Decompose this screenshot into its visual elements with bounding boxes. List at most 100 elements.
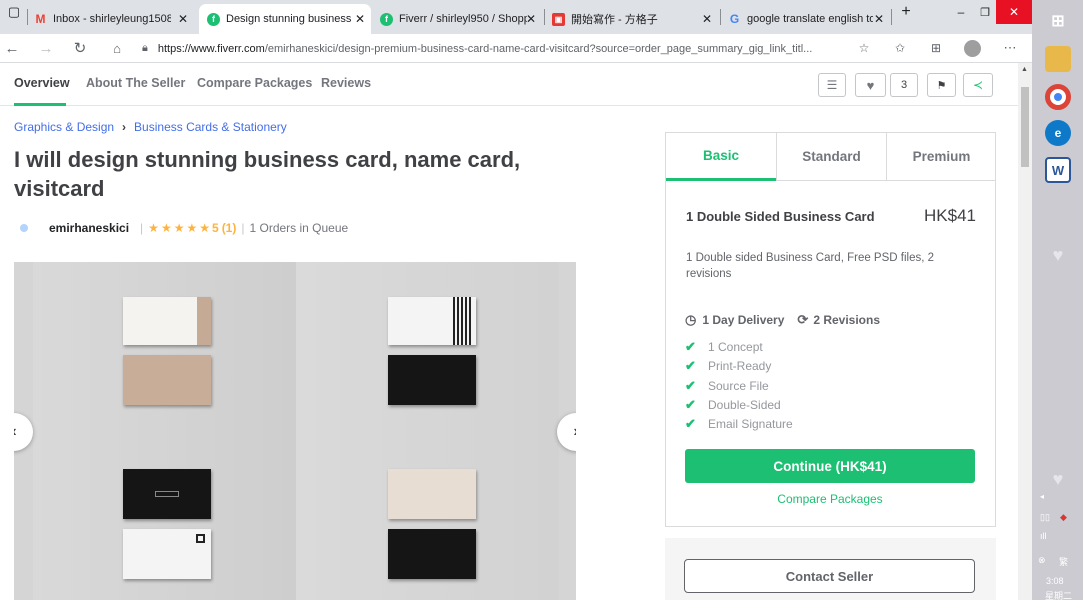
package-description: 1 Double sided Business Card, Free PSD f… xyxy=(686,252,935,280)
url-host: https://www.fiverr.com xyxy=(157,42,265,55)
home-icon[interactable]: ⌂ xyxy=(106,37,128,59)
nav-about-seller[interactable]: About The Seller xyxy=(86,76,185,90)
collections-icon[interactable]: ⊞ xyxy=(925,37,947,59)
rating-score: 5 xyxy=(212,221,219,235)
tray-expand-icon[interactable]: ◂ xyxy=(1040,492,1044,501)
forward-icon[interactable]: → xyxy=(35,37,57,59)
more-menu-icon[interactable]: ⋯ xyxy=(999,37,1021,59)
file-explorer-icon[interactable] xyxy=(1045,46,1071,72)
reload-icon[interactable]: ↻ xyxy=(69,37,91,59)
check-icon: ✔ xyxy=(685,378,696,393)
share-icon[interactable]: ≺ xyxy=(963,73,993,97)
restore-icon[interactable]: ❐ xyxy=(974,0,996,24)
rating-count[interactable]: (1) xyxy=(222,221,237,235)
notification-icon[interactable]: ⊗ xyxy=(1038,555,1046,566)
breadcrumb-graphics-design[interactable]: Graphics & Design xyxy=(14,120,114,134)
edge-icon[interactable]: e xyxy=(1045,120,1071,146)
clock-time[interactable]: 3:08 xyxy=(1046,576,1064,586)
feature-label: 1 Concept xyxy=(708,340,763,354)
word-icon[interactable]: W xyxy=(1045,157,1071,183)
orders-in-queue: 1 Orders in Queue xyxy=(249,221,349,235)
clock-icon: ◷ xyxy=(685,312,697,327)
business-card-mockup-image xyxy=(33,262,559,600)
ime-indicator[interactable]: 繁 xyxy=(1059,555,1068,568)
compare-packages-link[interactable]: Compare Packages xyxy=(685,492,975,506)
breadcrumb-business-cards[interactable]: Business Cards & Stationery xyxy=(134,120,287,134)
close-icon[interactable]: ✕ xyxy=(874,12,884,26)
window-close-icon[interactable]: ✕ xyxy=(996,0,1032,24)
tab-fiverr-shopping[interactable]: f Fiverr / shirleyl950 / Shoppi ✕ xyxy=(376,4,542,34)
close-icon[interactable]: ✕ xyxy=(355,12,365,26)
windows-taskbar: ⊞ e W ♥ ♥ ◂ ▯▯ ◆ ıll ⊗ 繁 3:08 星期二 xyxy=(1032,0,1083,600)
nav-compare-packages[interactable]: Compare Packages xyxy=(197,76,312,90)
minimize-icon[interactable]: – xyxy=(950,0,972,24)
tab-vocus[interactable]: ▣ 開始寫作 - 方格子 ✕ xyxy=(548,4,718,34)
scrollbar-thumb[interactable] xyxy=(1021,87,1029,167)
gmail-icon: M xyxy=(35,11,46,26)
gallery-prev-button[interactable]: ‹ xyxy=(14,413,33,451)
address-bar[interactable]: 🔒︎ https://www.fiverr.com/emirhaneskici/… xyxy=(142,37,884,60)
package-price: HK$41 xyxy=(924,206,976,225)
fiverr-icon: f xyxy=(380,12,393,26)
gallery-next-button[interactable]: › xyxy=(557,413,576,451)
security-icon[interactable]: ◆ xyxy=(1060,512,1067,523)
tab-label: 開始寫作 - 方格子 xyxy=(571,14,658,26)
seller-avatar[interactable] xyxy=(20,224,28,232)
gig-page: Overview About The Seller Compare Packag… xyxy=(0,63,1032,600)
windows-start-icon[interactable]: ⊞ xyxy=(1045,8,1071,34)
scroll-up-icon[interactable]: ▲ xyxy=(1021,66,1028,73)
mockup-card xyxy=(388,297,476,345)
feature-label: Source File xyxy=(708,379,769,393)
star-icon: ★ xyxy=(160,221,172,235)
contact-seller-button[interactable]: Contact Seller xyxy=(684,559,975,593)
close-icon[interactable]: ✕ xyxy=(702,12,712,26)
tab-gmail[interactable]: M Inbox - shirleyleung1508@g ✕ xyxy=(34,4,194,34)
package-panel: Basic Standard Premium 1 Double Sided Bu… xyxy=(665,132,996,527)
browser-window: ▢ M Inbox - shirleyleung1508@g ✕ f Desig… xyxy=(0,0,1083,600)
check-icon: ✔ xyxy=(685,358,696,373)
delivery-time: 1 Day Delivery xyxy=(702,313,785,327)
heart-icon[interactable]: ♥ xyxy=(855,73,886,97)
star-icon: ★ xyxy=(173,221,185,235)
gig-title: I will design stunning business card, na… xyxy=(14,147,521,201)
browser-toolbar: ← → ↻ ⌂ 🔒︎ https://www.fiverr.com/emirha… xyxy=(0,34,1032,63)
new-tab-button[interactable]: + xyxy=(896,0,916,24)
feature-item: ✔ Source File xyxy=(685,378,769,394)
tab-basic[interactable]: Basic xyxy=(666,133,776,181)
package-name: 1 Double Sided Business Card xyxy=(686,209,875,224)
tab-standard[interactable]: Standard xyxy=(777,133,886,181)
chrome-icon[interactable] xyxy=(1045,84,1071,110)
lock-icon: 🔒︎ xyxy=(142,42,148,54)
check-icon: ✔ xyxy=(685,416,696,431)
nav-overview[interactable]: Overview xyxy=(14,76,70,90)
battery-icon[interactable]: ▯▯ xyxy=(1040,512,1050,523)
close-icon[interactable]: ✕ xyxy=(526,12,536,26)
mockup-card xyxy=(123,355,211,405)
gig-gallery[interactable]: ‹ › xyxy=(14,262,576,600)
page-scrollbar[interactable]: ▲ xyxy=(1018,63,1032,600)
favorites-icon[interactable]: ✩ xyxy=(889,37,911,59)
profile-avatar[interactable] xyxy=(961,37,983,59)
tab-actions-icon[interactable]: ▢ xyxy=(4,0,24,24)
tab-premium[interactable]: Premium xyxy=(887,133,996,181)
close-icon[interactable]: ✕ xyxy=(178,12,188,26)
tab-google-translate[interactable]: G google translate english to ✕ xyxy=(724,4,890,34)
menu-icon[interactable]: ☰ xyxy=(818,73,846,97)
tab-fiverr-gig[interactable]: f Design stunning business ca ✕ xyxy=(199,4,371,34)
seller-name[interactable]: emirhaneskici xyxy=(49,221,129,235)
fiverr-icon: f xyxy=(207,12,220,26)
back-icon[interactable]: ← xyxy=(1,37,23,59)
mockup-card xyxy=(123,529,211,579)
network-icon[interactable]: ıll xyxy=(1040,531,1047,541)
flag-icon[interactable]: ⚑ xyxy=(927,73,956,97)
heart-icon: ♥ xyxy=(1052,244,1064,265)
active-tab-indicator xyxy=(14,103,66,106)
clock-day[interactable]: 星期二 xyxy=(1045,589,1072,600)
mockup-card xyxy=(123,469,211,519)
google-icon: G xyxy=(729,11,740,26)
continue-button[interactable]: Continue (HK$41) xyxy=(685,449,975,483)
favorite-star-icon[interactable]: ☆ xyxy=(853,37,875,59)
check-icon: ✔ xyxy=(685,397,696,412)
nav-reviews[interactable]: Reviews xyxy=(321,76,371,90)
mockup-card xyxy=(388,355,476,405)
